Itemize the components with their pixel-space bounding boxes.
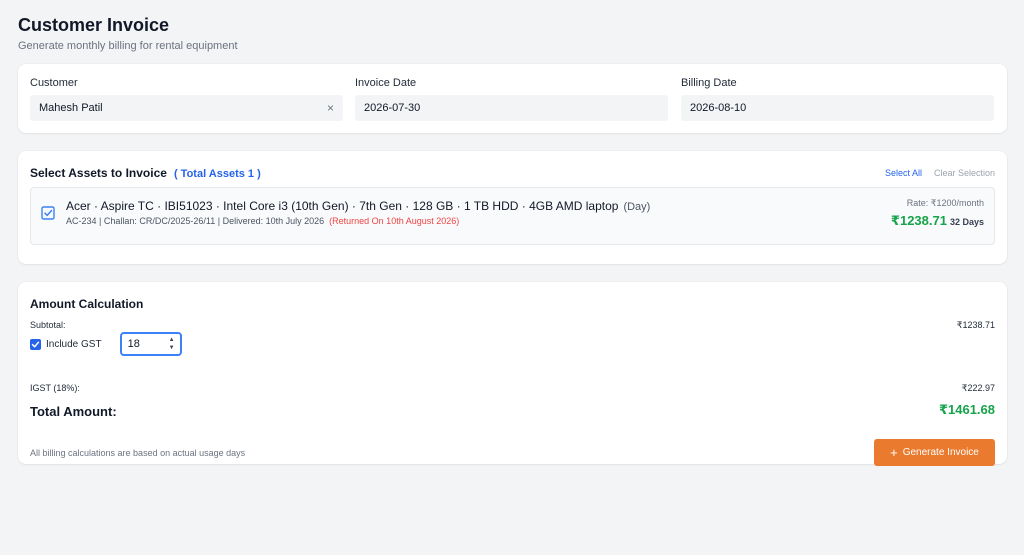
asset-challan-info: AC-234 | Challan: CR/DC/2025-26/11 | Del… <box>66 216 325 226</box>
subtotal-label: Subtotal: <box>30 320 66 330</box>
generate-invoice-button[interactable]: + Generate Invoice <box>874 439 995 466</box>
invoice-date-input[interactable]: 2026-07-30 <box>355 95 668 121</box>
assets-actions: Select All Clear Selection <box>885 168 995 178</box>
clear-selection-link[interactable]: Clear Selection <box>934 168 995 178</box>
select-all-link[interactable]: Select All <box>885 168 922 178</box>
billing-date-label: Billing Date <box>681 77 737 89</box>
asset-amount-value: ₹1238.71 <box>890 213 947 228</box>
amount-card: Amount Calculation Subtotal: ₹1238.71 In… <box>18 282 1007 466</box>
igst-value: ₹222.97 <box>961 383 995 393</box>
page-subtitle: Generate monthly billing for rental equi… <box>18 40 238 52</box>
igst-row: IGST (18%): ₹222.97 <box>30 383 995 393</box>
gst-rate-value: 18 <box>127 338 140 350</box>
billing-date-input[interactable]: 2026-08-10 <box>681 95 994 121</box>
subtotal-value: ₹1238.71 <box>956 320 995 330</box>
assets-title: Select Assets to Invoice <box>30 166 167 180</box>
asset-returned-status: (Returned On 10th August 2026) <box>329 216 460 226</box>
customer-value: Mahesh Patil <box>39 102 103 114</box>
spinner-arrows-icon[interactable]: ▲ ▼ <box>169 336 175 352</box>
asset-rate: Rate: ₹1200/month <box>906 198 984 208</box>
customer-field: Customer Mahesh Patil × <box>30 76 343 121</box>
asset-period: (Day) <box>623 201 651 213</box>
customer-card: Customer Mahesh Patil × Invoice Date 202… <box>18 64 1007 133</box>
asset-name: Acer · Aspire TC · IBI51023 · Intel Core… <box>66 199 650 213</box>
total-label: Total Amount: <box>30 404 117 419</box>
igst-label: IGST (18%): <box>30 383 80 393</box>
assets-header: Select Assets to Invoice ( Total Assets … <box>30 166 261 180</box>
invoice-date-field: Invoice Date 2026-07-30 <box>355 76 668 121</box>
asset-meta: AC-234 | Challan: CR/DC/2025-26/11 | Del… <box>66 216 459 226</box>
include-gst-label: Include GST <box>46 338 102 350</box>
assets-card: Select Assets to Invoice ( Total Assets … <box>18 151 1007 264</box>
gst-rate-input[interactable]: 18 ▲ ▼ <box>119 332 182 356</box>
clear-customer-icon[interactable]: × <box>327 95 334 121</box>
invoice-page: Customer Invoice Generate monthly billin… <box>18 14 1007 466</box>
billing-footnote: All billing calculations are based on ac… <box>30 448 246 458</box>
asset-item[interactable]: Acer · Aspire TC · IBI51023 · Intel Core… <box>30 187 995 245</box>
amount-title: Amount Calculation <box>30 297 144 311</box>
customer-label: Customer <box>30 77 78 89</box>
subtotal-row: Subtotal: ₹1238.71 <box>30 320 995 330</box>
checkmark-icon <box>31 341 40 347</box>
total-assets-count: ( Total Assets 1 ) <box>173 168 261 180</box>
generate-invoice-label: Generate Invoice <box>902 447 979 458</box>
asset-days: 32 Days <box>949 217 984 227</box>
include-gst-checkbox[interactable] <box>30 338 41 350</box>
invoice-date-label: Invoice Date <box>355 77 417 89</box>
page-title: Customer Invoice <box>18 15 170 35</box>
total-value: ₹1461.68 <box>938 402 995 417</box>
checked-checkbox-icon[interactable] <box>41 206 55 220</box>
plus-icon: + <box>890 445 898 460</box>
total-row: Total Amount: ₹1461.68 <box>30 402 995 421</box>
asset-amount: ₹1238.71 32 Days <box>891 212 984 230</box>
asset-title: Acer · Aspire TC · IBI51023 · Intel Core… <box>66 199 619 213</box>
billing-date-field: Billing Date 2026-08-10 <box>681 76 994 121</box>
customer-select[interactable]: Mahesh Patil × <box>30 95 343 121</box>
gst-row: Include GST 18 ▲ ▼ <box>30 332 182 356</box>
